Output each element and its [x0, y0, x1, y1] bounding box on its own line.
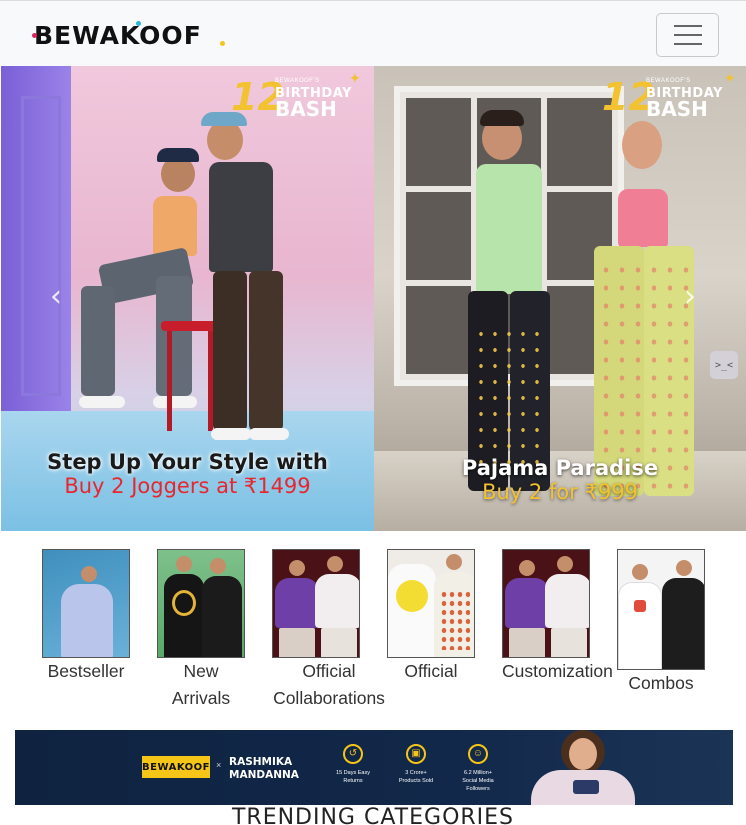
hamburger-menu-icon-bar: [673, 34, 702, 36]
navbar-toggler-button[interactable]: [656, 13, 719, 57]
banner-name-line-2: MANDANNA: [229, 769, 299, 781]
return-icon: ↺: [343, 744, 363, 764]
model-figure: [454, 106, 564, 506]
category-label[interactable]: Official: [387, 658, 475, 685]
section-title-trending: TRENDING CATEGORIES: [231, 805, 515, 825]
caption-heading: Step Up Your Style with: [47, 450, 328, 474]
chevron-right-icon: ›: [684, 278, 696, 314]
chevron-left-icon: ‹: [50, 278, 62, 314]
banner-stat-caption: 3 Crore+ Products Sold: [398, 770, 434, 784]
category-thumbnail[interactable]: [42, 549, 130, 658]
brand-logo-text: BEWAKOOF: [34, 20, 202, 50]
category-label[interactable]: Official Collaborations: [272, 658, 386, 712]
hamburger-menu-icon-bar: [673, 43, 702, 45]
banner-ambassador-name: RASHMIKA MANDANNA: [229, 756, 299, 782]
brand-logo[interactable]: BEWAKOOF: [32, 19, 225, 51]
promo-banner[interactable]: BEWAKOOF × RASHMIKA MANDANNA ↺ 15 Days E…: [15, 730, 733, 805]
box-icon: ▣: [406, 744, 426, 764]
caption-heading: Pajama Paradise: [461, 456, 659, 480]
slide-caption: Pajama Paradise Buy 2 for ₹999: [384, 456, 736, 504]
caption-offer: Buy 2 Joggers at ₹1499: [64, 474, 311, 498]
caption-offer: Buy 2 for ₹999: [482, 480, 638, 504]
banner-name-line-1: RASHMIKA: [229, 756, 293, 768]
banner-cross: ×: [216, 760, 222, 770]
category-thumbnail[interactable]: [272, 549, 360, 658]
badge-small-text: BEWAKOOF'S: [646, 78, 691, 84]
category-thumbnail[interactable]: [157, 549, 245, 658]
banner-ambassador-photo: [525, 730, 635, 805]
sparkle-icon: ✦: [724, 70, 736, 86]
slide-caption: Step Up Your Style with Buy 2 Joggers at…: [21, 450, 354, 498]
category-label[interactable]: Combos: [617, 670, 705, 697]
banner-brand-logo: BEWAKOOF: [142, 756, 210, 778]
category-thumbnail[interactable]: [502, 549, 590, 658]
category-label[interactable]: Bestseller: [42, 658, 130, 685]
banner-stat-followers: ☺ 6.2 Million+ Social Media Followers: [453, 744, 503, 793]
category-thumbnail[interactable]: [617, 549, 705, 670]
logo-confetti: [32, 33, 37, 38]
carousel-next-button[interactable]: ›: [675, 276, 705, 316]
followers-icon: ☺: [468, 744, 488, 764]
hero-carousel[interactable]: 12 BEWAKOOF'S BIRTHDAY BASH ✦ Step Up Yo…: [1, 66, 746, 531]
logo-confetti: [220, 41, 225, 46]
banner-stat-products: ▣ 3 Crore+ Products Sold: [391, 744, 441, 785]
category-row: Bestseller New Arrivals Official Collabo…: [0, 549, 746, 719]
badge-small-text: BEWAKOOF'S: [275, 78, 320, 84]
badge-line-2: BASH: [275, 97, 337, 121]
banner-stat-caption: 6.2 Million+ Social Media Followers: [462, 770, 494, 792]
sparkle-icon: ✦: [349, 70, 361, 86]
logo-confetti: [136, 21, 141, 26]
category-label[interactable]: New Arrivals: [157, 658, 245, 712]
hamburger-menu-icon: [673, 25, 702, 27]
carousel-prev-button[interactable]: ‹: [41, 276, 71, 316]
birthday-bash-badge: 12 BEWAKOOF'S BIRTHDAY BASH ✦: [231, 70, 366, 121]
navbar: BEWAKOOF: [0, 0, 746, 66]
badge-line-2: BASH: [646, 97, 708, 121]
banner-stat-returns: ↺ 15 Days Easy Returns: [328, 744, 378, 785]
category-thumbnail[interactable]: [387, 549, 475, 658]
banner-stat-caption: 15 Days Easy Returns: [336, 770, 370, 784]
model-figure: [191, 106, 311, 446]
birthday-bash-badge: 12 BEWAKOOF'S BIRTHDAY BASH ✦: [602, 70, 737, 121]
floating-widget-icon[interactable]: >_<: [710, 351, 738, 379]
category-label[interactable]: Customization: [502, 658, 616, 685]
